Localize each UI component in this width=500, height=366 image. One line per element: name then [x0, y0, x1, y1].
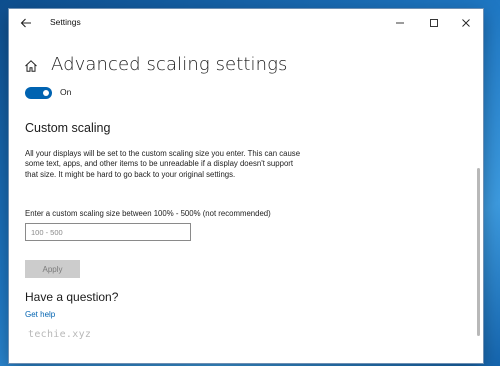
scaling-size-label: Enter a custom scaling size between 100%… — [25, 209, 271, 218]
custom-scaling-description: All your displays will be set to the cus… — [25, 149, 301, 179]
title-bar: Settings — [9, 9, 483, 37]
page-title: Advanced scaling settings — [51, 54, 288, 75]
app-title: Settings — [50, 17, 81, 27]
close-icon — [462, 19, 470, 27]
toggle-state-label: On — [60, 87, 72, 97]
settings-content: Advanced scaling settings On Custom scal… — [9, 37, 483, 363]
settings-window: Settings Advanced scaling settings On Cu… — [9, 9, 483, 363]
back-arrow-icon[interactable] — [19, 16, 33, 30]
toggle-knob — [43, 90, 49, 96]
maximize-button[interactable] — [417, 9, 451, 37]
get-help-link[interactable]: Get help — [25, 310, 55, 319]
scrollbar[interactable] — [477, 168, 480, 336]
custom-scaling-input[interactable] — [25, 223, 191, 241]
minimize-icon — [396, 22, 404, 24]
maximize-icon — [430, 19, 438, 27]
scaling-toggle[interactable] — [25, 87, 52, 99]
home-icon[interactable] — [24, 59, 38, 73]
apply-button[interactable]: Apply — [25, 260, 80, 278]
custom-scaling-heading: Custom scaling — [25, 121, 111, 135]
minimize-button[interactable] — [383, 9, 417, 37]
help-heading: Have a question? — [25, 290, 119, 304]
close-button[interactable] — [449, 9, 483, 37]
watermark: techie.xyz — [28, 329, 92, 340]
